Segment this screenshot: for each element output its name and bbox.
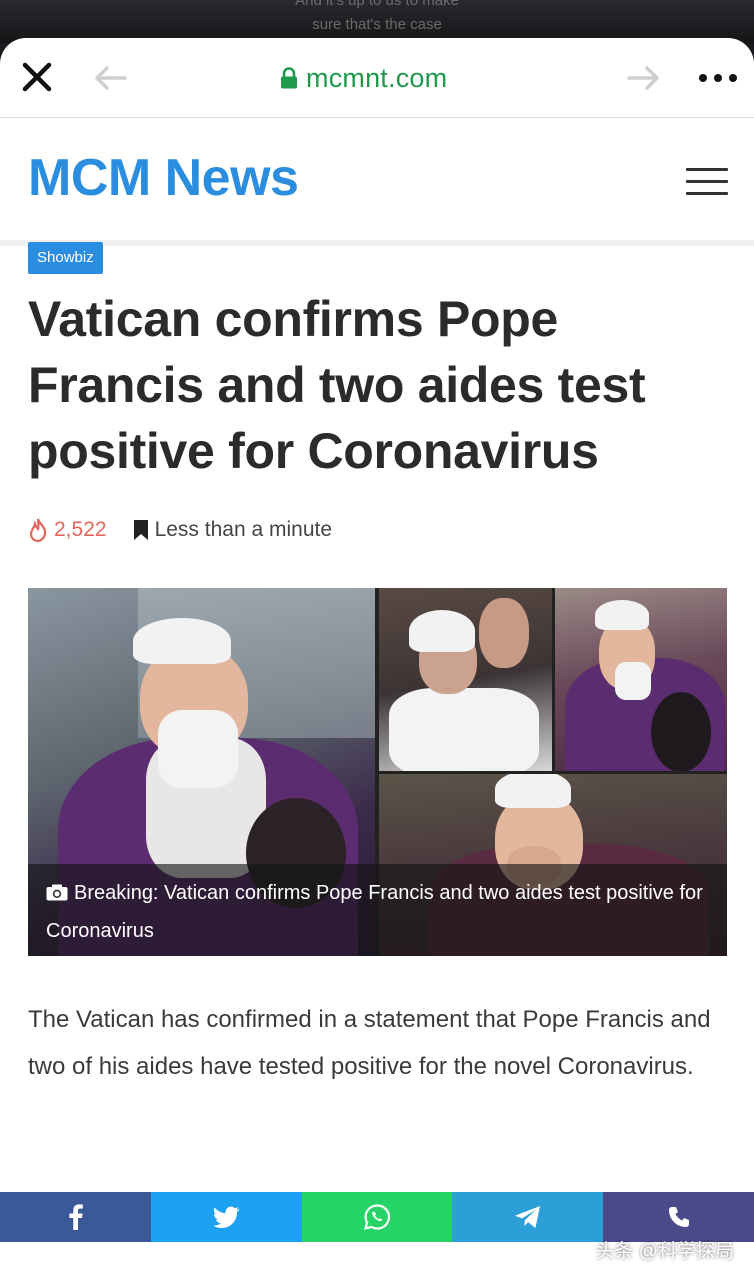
hamburger-menu-icon[interactable]: [686, 168, 728, 196]
phone-icon: [668, 1207, 689, 1227]
category-badge[interactable]: Showbiz: [28, 242, 103, 274]
image-caption: Breaking: Vatican confirms Pope Francis …: [46, 874, 706, 950]
lock-icon: [281, 67, 297, 89]
facebook-icon: [68, 1204, 83, 1230]
article-body: The Vatican has confirmed in a statement…: [28, 1006, 711, 1080]
share-bar: [0, 1192, 754, 1242]
read-time: Less than a minute: [154, 518, 333, 541]
video-caption-line2: sure that's the case: [312, 16, 442, 33]
bookmark-icon: [133, 520, 148, 540]
twitter-icon: [213, 1206, 240, 1228]
whatsapp-share-button[interactable]: [302, 1192, 452, 1242]
article-headline: Vatican confirms Pope Francis and two ai…: [28, 291, 646, 479]
view-count: 2,522: [54, 518, 107, 541]
article-meta: 2,522 Less than a minute: [28, 516, 332, 544]
telegram-icon: [514, 1206, 540, 1228]
video-caption-line1: And it's up to us to make: [295, 0, 459, 9]
twitter-share-button[interactable]: [151, 1192, 302, 1242]
photo-pope-greeting: [379, 588, 552, 771]
site-logo-title[interactable]: MCM News: [28, 148, 299, 208]
article-image-collage[interactable]: Breaking: Vatican confirms Pope Francis …: [28, 588, 727, 956]
browser-toolbar: mcmnt.com: [0, 38, 754, 118]
more-options-icon[interactable]: [696, 68, 740, 88]
address-bar[interactable]: mcmnt.com: [280, 60, 447, 96]
facebook-share-button[interactable]: [0, 1192, 151, 1242]
back-arrow-icon[interactable]: [92, 64, 128, 92]
image-caption-text: Breaking: Vatican confirms Pope Francis …: [46, 882, 703, 942]
photo-pope-with-cloth: [555, 588, 727, 771]
telegram-share-button[interactable]: [452, 1192, 603, 1242]
camera-icon: [46, 884, 68, 901]
whatsapp-icon: [364, 1204, 390, 1230]
close-icon[interactable]: [20, 60, 54, 94]
watermark: 头条 @科学探局: [595, 1241, 734, 1262]
phone-share-button[interactable]: [603, 1192, 754, 1242]
fire-icon: [29, 518, 47, 542]
url-text: mcmnt.com: [306, 62, 448, 93]
forward-arrow-icon[interactable]: [626, 64, 662, 92]
site-header: MCM News: [0, 118, 754, 246]
